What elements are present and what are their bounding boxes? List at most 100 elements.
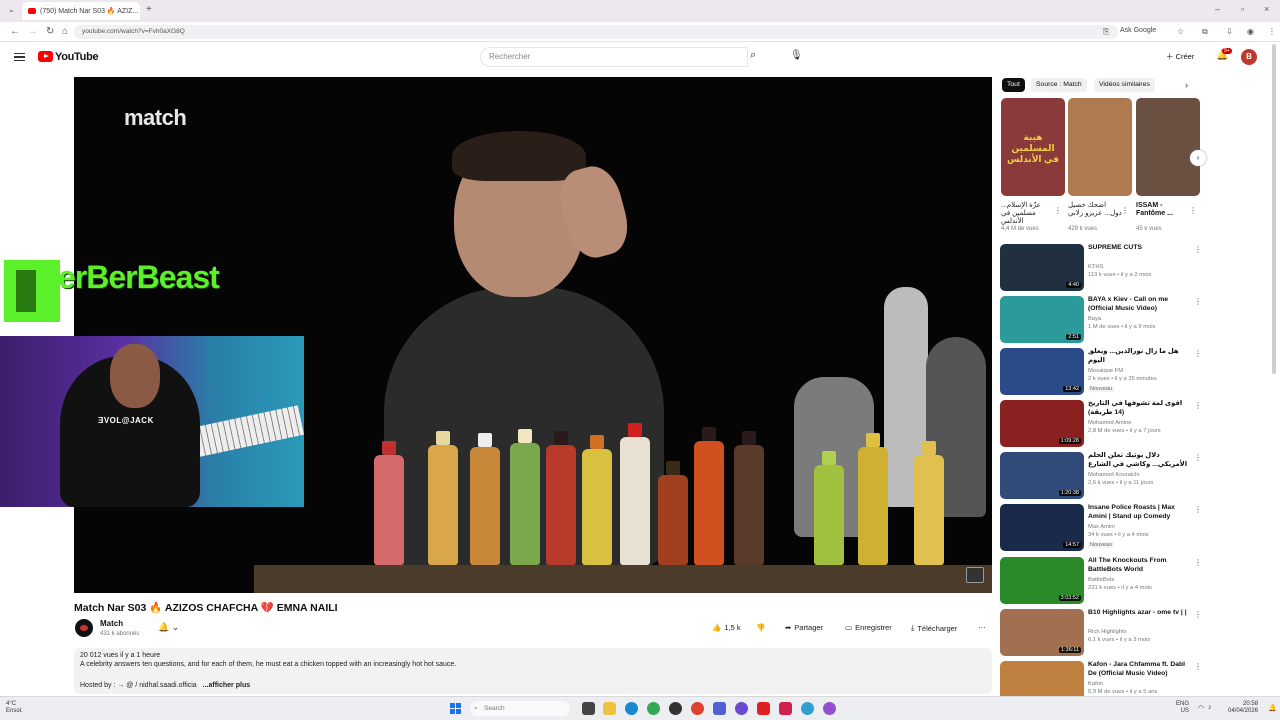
youtube-logo-icon[interactable] bbox=[38, 51, 53, 62]
kebab-menu-icon[interactable]: ⋮ bbox=[1268, 27, 1276, 36]
short-title[interactable]: ISSAM - Fantôme ... bbox=[1136, 202, 1192, 218]
save-button[interactable]: ▭ Enregistrer bbox=[845, 623, 892, 632]
recommendation-thumbnail[interactable]: 1:36:11 bbox=[1000, 609, 1084, 656]
start-icon[interactable] bbox=[450, 703, 461, 714]
download-button[interactable]: ⤓ Télécharger bbox=[911, 623, 957, 633]
recommendation-channel[interactable]: Mohamed Amine bbox=[1088, 420, 1132, 426]
home-icon[interactable]: ⌂ bbox=[62, 26, 68, 37]
channel-name[interactable]: Match bbox=[100, 619, 123, 628]
recommendation-channel[interactable]: Kafon bbox=[1088, 681, 1103, 687]
file-explorer-icon[interactable] bbox=[603, 702, 616, 715]
profile-icon[interactable]: ◉ bbox=[1247, 27, 1254, 36]
app-icon[interactable] bbox=[779, 702, 792, 715]
recommendation-item[interactable]: 2:51 BAYA x Kiev - Call on me (Official M… bbox=[1000, 296, 1205, 344]
recommendation-more-icon[interactable]: ⋮ bbox=[1194, 245, 1202, 254]
recommendation-channel[interactable]: KTHS bbox=[1088, 264, 1103, 270]
page-scrollbar[interactable] bbox=[1272, 44, 1276, 374]
app-icon[interactable] bbox=[713, 702, 726, 715]
new-tab-icon[interactable]: + bbox=[146, 4, 152, 15]
video-player[interactable]: match bbox=[74, 77, 992, 593]
like-button[interactable]: 👍 1,5 k bbox=[712, 623, 741, 632]
recommendation-item[interactable]: 1:09:28 أقوى لمة تشوفها في التاريخ (14 طر… bbox=[1000, 400, 1205, 448]
recommendation-title[interactable]: أقوى لمة تشوفها في التاريخ (14 طريقة) bbox=[1088, 400, 1188, 417]
microphone-icon[interactable]: 🎙 bbox=[790, 50, 803, 61]
short-thumbnail[interactable]: هيبة المسلمين في الأندلس bbox=[1001, 98, 1065, 196]
dislike-button[interactable]: 👎 bbox=[756, 623, 765, 632]
address-bar[interactable]: youtube.com/watch?v=Fvh0aXG8Q bbox=[74, 25, 1118, 39]
subscribed-bell-button[interactable]: 🔔 ⌄ bbox=[158, 622, 179, 633]
download-icon[interactable]: ⇩ bbox=[1226, 27, 1233, 36]
recommendation-thumbnail[interactable]: 1:09:28 bbox=[1000, 400, 1084, 447]
recommendation-title[interactable]: Insane Police Roasts | Max Amini | Stand… bbox=[1088, 504, 1188, 521]
weather-widget[interactable]: 4°C Ensol. bbox=[6, 701, 23, 715]
recommendation-channel[interactable]: BattleBots bbox=[1088, 577, 1114, 583]
account-avatar[interactable]: B bbox=[1241, 49, 1257, 65]
recommendation-item[interactable]: 1:36:11 B10 Highlights azar - ome tv | | R… bbox=[1000, 609, 1205, 657]
recommendation-channel[interactable]: Mohamed Kouraichi bbox=[1088, 472, 1140, 478]
recommendation-item[interactable]: 3:03:52 All The Knockouts From BattleBots… bbox=[1000, 557, 1205, 605]
recommendation-channel[interactable]: Baya bbox=[1088, 316, 1101, 322]
app-icon[interactable] bbox=[823, 702, 836, 715]
recommendation-title[interactable]: All The Knockouts From BattleBots World … bbox=[1088, 557, 1188, 574]
short-more-icon[interactable]: ⋮ bbox=[1121, 206, 1129, 215]
recommendation-thumbnail[interactable]: 13:42 bbox=[1000, 348, 1084, 395]
app-icon[interactable] bbox=[691, 702, 704, 715]
chip-similar[interactable]: Vidéos similaires bbox=[1094, 78, 1155, 92]
recommendation-thumbnail[interactable]: 1:20:38 bbox=[1000, 452, 1084, 499]
recommendation-item[interactable]: 14:57 Insane Police Roasts | Max Amini | … bbox=[1000, 504, 1205, 552]
shorts-next-icon[interactable]: › bbox=[1190, 150, 1206, 166]
app-icon[interactable] bbox=[669, 702, 682, 715]
short-title[interactable]: عزّة الإسلام... مسلمين في الأندلس bbox=[1001, 202, 1057, 226]
recommendation-more-icon[interactable]: ⋮ bbox=[1194, 401, 1202, 410]
recommendation-title[interactable]: هل ما زال نورالدين... ويعلق اليوم bbox=[1088, 348, 1188, 365]
reload-icon[interactable]: ↻ bbox=[46, 26, 54, 37]
app-icon[interactable] bbox=[735, 702, 748, 715]
recommendation-channel[interactable]: Mosaique FM bbox=[1088, 368, 1123, 374]
channel-watermark-icon[interactable] bbox=[966, 567, 984, 583]
notification-center-icon[interactable]: 🔔 bbox=[1268, 704, 1277, 712]
taskbar-search[interactable]: ⌕ Search bbox=[470, 701, 570, 716]
short-thumbnail[interactable] bbox=[1068, 98, 1132, 196]
volume-icon[interactable]: ♪ bbox=[1208, 704, 1212, 711]
task-view-icon[interactable] bbox=[582, 702, 595, 715]
short-more-icon[interactable]: ⋮ bbox=[1054, 206, 1062, 215]
maximize-icon[interactable]: ▫ bbox=[1241, 4, 1244, 14]
recommendation-item[interactable]: 4:40 SUPREME CUTS KTHS 113 k vues • il y a … bbox=[1000, 244, 1205, 292]
recommendation-channel[interactable]: Max Amini bbox=[1088, 524, 1115, 530]
app-icon[interactable] bbox=[801, 702, 814, 715]
bookmark-star-icon[interactable]: ☆ bbox=[1177, 27, 1184, 36]
recommendation-thumbnail[interactable]: 4:40 bbox=[1000, 244, 1084, 291]
browser-tab[interactable]: (750) Match Nar S03 🔥 AZIZ... × bbox=[22, 2, 140, 20]
chips-next-icon[interactable]: › bbox=[1185, 80, 1188, 90]
recommendation-more-icon[interactable]: ⋮ bbox=[1194, 453, 1202, 462]
show-more-link[interactable]: ...afficher plus bbox=[203, 682, 250, 689]
recommendation-title[interactable]: دلال بوتيك تعلن الحلم الأمريكي... وكاشي … bbox=[1088, 452, 1188, 469]
clock[interactable]: 20:58 04/04/2026 bbox=[1228, 701, 1258, 715]
short-title[interactable]: اضحك حصيل دول... عزيزو رلاني bbox=[1068, 202, 1124, 218]
hamburger-menu-icon[interactable] bbox=[14, 53, 25, 61]
search-icon[interactable]: ⌕ bbox=[750, 49, 756, 62]
recommendation-title[interactable]: BAYA x Kiev - Call on me (Official Music… bbox=[1088, 296, 1188, 313]
short-more-icon[interactable]: ⋮ bbox=[1189, 206, 1197, 215]
back-icon[interactable]: ← bbox=[10, 26, 20, 37]
create-button[interactable]: ＋ Créer bbox=[1166, 51, 1194, 62]
recommendation-title[interactable]: SUPREME CUTS bbox=[1088, 244, 1188, 253]
recommendation-channel[interactable]: Rich Highlights bbox=[1088, 629, 1127, 635]
recommendation-thumbnail[interactable]: 14:57 bbox=[1000, 504, 1084, 551]
recommendation-more-icon[interactable]: ⋮ bbox=[1194, 349, 1202, 358]
search-input[interactable]: Rechercher bbox=[480, 47, 748, 67]
recommendation-more-icon[interactable]: ⋮ bbox=[1194, 662, 1202, 671]
youtube-app-icon[interactable] bbox=[757, 702, 770, 715]
tab-list-icon[interactable]: ⌄ bbox=[8, 5, 15, 14]
language-indicator[interactable]: ENG US bbox=[1176, 701, 1189, 715]
recommendation-title[interactable]: Kafon - Jara Chfamma ft. Dabl De (Offici… bbox=[1088, 661, 1188, 678]
wifi-icon[interactable]: ◠ bbox=[1198, 704, 1204, 712]
recommendation-more-icon[interactable]: ⋮ bbox=[1194, 505, 1202, 514]
recommendation-title[interactable]: B10 Highlights azar - ome tv | | bbox=[1088, 609, 1188, 618]
recommendation-thumbnail[interactable]: 2:51 bbox=[1000, 296, 1084, 343]
ask-google-button[interactable]: Ask Google bbox=[1120, 27, 1156, 34]
minimize-icon[interactable]: – bbox=[1215, 4, 1220, 14]
edge-icon[interactable] bbox=[625, 702, 638, 715]
extensions-icon[interactable]: ⧉ bbox=[1202, 27, 1208, 37]
share-button[interactable]: ➦ Partager bbox=[785, 623, 823, 632]
